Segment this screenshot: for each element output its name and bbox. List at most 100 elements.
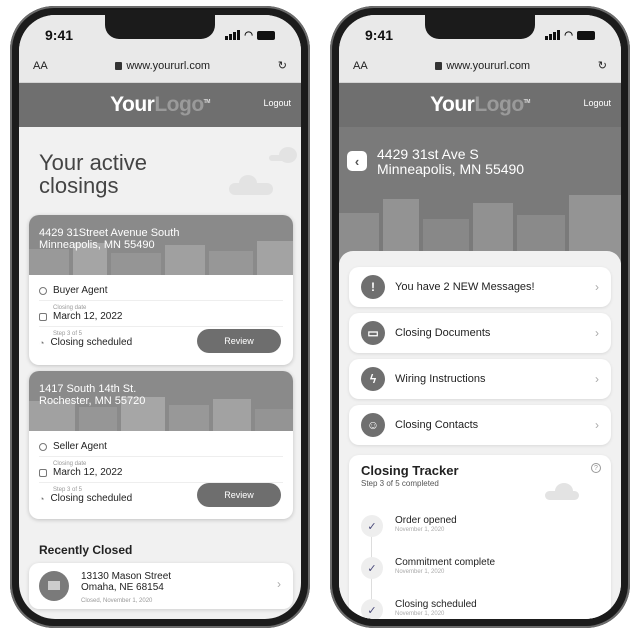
closing-date: March 12, 2022 <box>53 311 123 322</box>
property-hero: ‹ 4429 31st Ave S Minneapolis, MN 55490 <box>339 127 621 263</box>
phone-right: 9:41 ◠ AA www.yoururl.com ↻ YourLogoTM L… <box>330 6 630 628</box>
browser-url-bar[interactable]: AA www.yoururl.com ↻ <box>19 49 301 83</box>
reload-icon[interactable]: ↻ <box>598 59 607 72</box>
page-title: Your active closings <box>39 150 148 198</box>
messages-item[interactable]: ! You have 2 NEW Messages! › <box>349 267 611 307</box>
alert-icon: ! <box>361 275 385 299</box>
battery-icon <box>577 30 595 40</box>
closing-documents-item[interactable]: ▭ Closing Documents › <box>349 313 611 353</box>
url-field[interactable]: www.yoururl.com <box>435 60 530 72</box>
chevron-right-icon: › <box>595 326 599 340</box>
text-size-button[interactable]: AA <box>353 60 368 72</box>
role-label: Buyer Agent <box>53 285 108 296</box>
chevron-right-icon: › <box>595 418 599 432</box>
logout-link[interactable]: Logout <box>263 98 291 108</box>
address-line2: Minneapolis, MN 55490 <box>39 239 155 251</box>
tracker-step: ✓ Commitment complete November 1, 2020 <box>361 557 495 579</box>
recently-closed-title: Recently Closed <box>39 543 133 557</box>
screen-left: 9:41 ◠ AA www.yoururl.com ↻ YourLogoTM L… <box>19 15 301 619</box>
phone-left: 9:41 ◠ AA www.yoururl.com ↻ YourLogoTM L… <box>10 6 310 628</box>
wifi-icon: ◠ <box>244 29 253 41</box>
review-button[interactable]: Review <box>197 483 281 507</box>
step-label: Order opened <box>395 515 457 526</box>
calendar-icon <box>39 312 47 321</box>
help-icon[interactable]: ? <box>591 463 601 473</box>
closing-card[interactable]: 1417 South 14th St. Rochester, MN 55720 … <box>29 371 293 519</box>
chevron-right-icon: › <box>595 280 599 294</box>
closing-tracker: Closing Tracker Step 3 of 5 completed ? … <box>349 455 611 619</box>
step-date: November 1, 2020 <box>395 527 445 533</box>
tracker-step: ✓ Closing scheduled November 1, 2020 <box>361 599 477 619</box>
browser-url-bar[interactable]: AA www.yoururl.com ↻ <box>339 49 621 83</box>
check-icon: ✓ <box>361 599 383 619</box>
cloud-decoration <box>269 147 297 163</box>
logo-text-your: Your <box>110 93 155 116</box>
menu-label: Closing Documents <box>395 327 491 339</box>
tracker-title: Closing Tracker <box>361 463 459 478</box>
folder-icon: ▭ <box>361 321 385 345</box>
signal-icon <box>545 30 561 40</box>
closing-status: Closing scheduled <box>50 493 133 504</box>
step-date: November 1, 2020 <box>395 611 445 617</box>
house-icon <box>39 571 69 601</box>
logo[interactable]: YourLogoTM <box>110 93 210 117</box>
address-line1: 4429 31Street Avenue South <box>39 227 180 239</box>
logo-tm: TM <box>523 99 531 105</box>
role-label: Seller Agent <box>53 441 107 452</box>
menu-label: Wiring Instructions <box>395 373 486 385</box>
signal-icon <box>225 30 241 40</box>
date-row: Closing date March 12, 2022 <box>39 301 283 327</box>
logo-text-logo: Logo <box>154 93 204 116</box>
site-header: YourLogoTM Logout <box>339 83 621 127</box>
closed-line2: Omaha, NE 68154 <box>81 582 164 593</box>
logout-link[interactable]: Logout <box>583 98 611 108</box>
closed-date: Closed, November 1, 2020 <box>81 598 153 604</box>
lightning-icon: ϟ <box>361 367 385 391</box>
closed-line1: 13130 Mason Street <box>81 571 172 582</box>
closing-card[interactable]: 4429 31Street Avenue South Minneapolis, … <box>29 215 293 365</box>
screen-right: 9:41 ◠ AA www.yoururl.com ↻ YourLogoTM L… <box>339 15 621 619</box>
status-time: 9:41 <box>365 27 394 43</box>
lock-icon <box>435 61 443 70</box>
cloud-decoration <box>545 483 579 500</box>
closing-contacts-item[interactable]: ☺ Closing Contacts › <box>349 405 611 445</box>
house-image: 1417 South 14th St. Rochester, MN 55720 <box>29 371 293 431</box>
progress-icon: ◔ <box>39 493 45 504</box>
logo[interactable]: YourLogoTM <box>430 93 530 117</box>
date-row: Closing date March 12, 2022 <box>39 457 283 483</box>
closing-date: March 12, 2022 <box>53 467 123 478</box>
status-icons: ◠ <box>545 30 595 41</box>
wiring-instructions-item[interactable]: ϟ Wiring Instructions › <box>349 359 611 399</box>
address-line1: 1417 South 14th St. <box>39 383 137 395</box>
logo-text-logo: Logo <box>474 93 524 116</box>
calendar-icon <box>39 468 47 477</box>
menu-label: You have 2 NEW Messages! <box>395 281 535 293</box>
url-field[interactable]: www.yoururl.com <box>115 60 210 72</box>
text-size-button[interactable]: AA <box>33 60 48 72</box>
person-icon <box>39 442 47 451</box>
chevron-right-icon: › <box>595 372 599 386</box>
role-row: Buyer Agent <box>39 281 283 301</box>
chevron-right-icon: › <box>277 577 281 591</box>
url-text: www.yoururl.com <box>446 59 531 72</box>
contacts-icon: ☺ <box>361 413 385 437</box>
status-icons: ◠ <box>225 30 275 41</box>
step-label: Commitment complete <box>395 557 496 568</box>
check-icon: ✓ <box>361 557 383 579</box>
check-icon: ✓ <box>361 515 383 537</box>
closed-item[interactable]: 13130 Mason Street Omaha, NE 68154 Close… <box>29 563 293 609</box>
step-label: Closing scheduled <box>395 599 477 610</box>
card-address: 4429 31Street Avenue South Minneapolis, … <box>39 227 179 251</box>
closed-address: 13130 Mason Street Omaha, NE 68154 Close… <box>81 571 171 607</box>
reload-icon[interactable]: ↻ <box>278 59 287 72</box>
review-button[interactable]: Review <box>197 329 281 353</box>
card-address: 1417 South 14th St. Rochester, MN 55720 <box>39 383 145 407</box>
person-icon <box>39 286 47 295</box>
back-button[interactable]: ‹ <box>347 151 367 171</box>
tracker-step: ✓ Order opened November 1, 2020 <box>361 515 457 537</box>
site-header: YourLogoTM Logout <box>19 83 301 127</box>
wifi-icon: ◠ <box>564 29 573 41</box>
tracker-subtitle: Step 3 of 5 completed <box>361 479 439 488</box>
address-line1: 4429 31st Ave S <box>377 146 479 162</box>
status-time: 9:41 <box>45 27 74 43</box>
